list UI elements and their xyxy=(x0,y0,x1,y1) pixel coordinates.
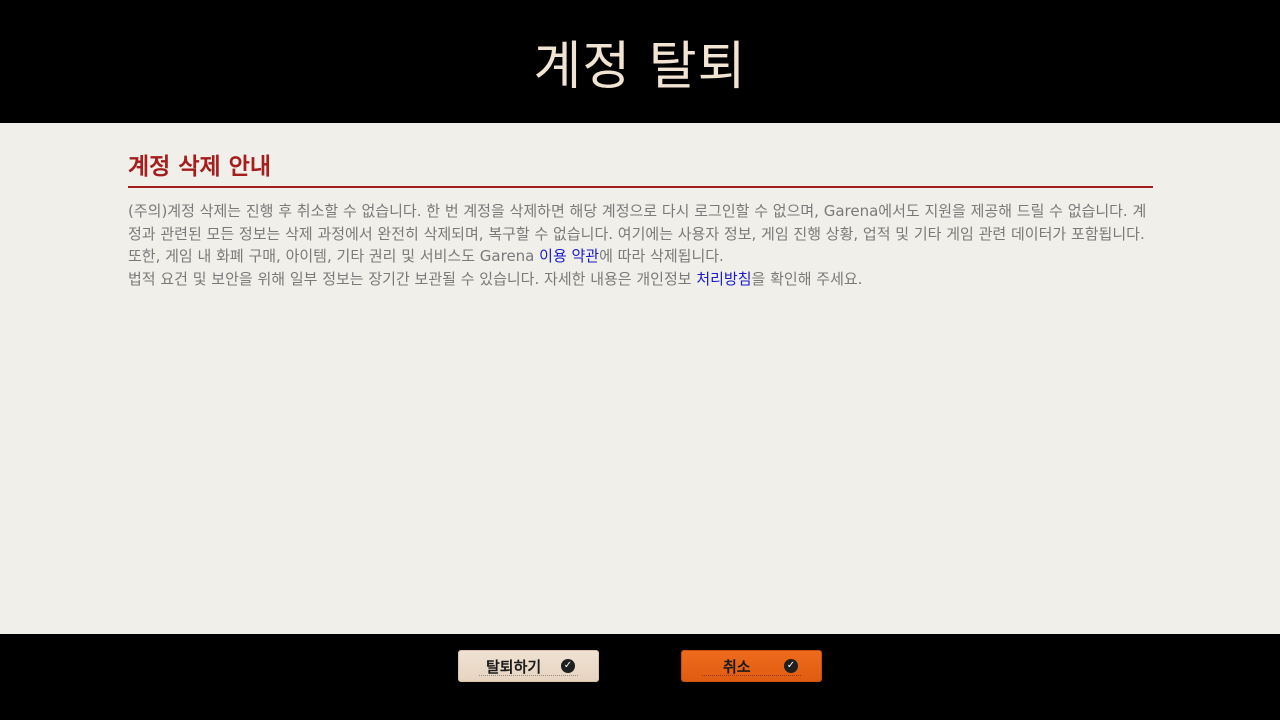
notice-paragraph-2: 법적 요건 및 보안을 위해 일부 정보는 장기간 보관될 수 있습니다. 자세… xyxy=(128,268,1153,291)
leave-account-button[interactable]: 탈퇴하기 ✓ xyxy=(458,650,599,682)
heading-divider xyxy=(128,186,1153,188)
notice-paragraph-1: (주의)계정 삭제는 진행 후 취소할 수 없습니다. 한 번 계정을 삭제하면… xyxy=(128,200,1153,268)
notice-body: (주의)계정 삭제는 진행 후 취소할 수 없습니다. 한 번 계정을 삭제하면… xyxy=(128,200,1153,290)
notice-section: 계정 삭제 안내 (주의)계정 삭제는 진행 후 취소할 수 없습니다. 한 번… xyxy=(128,123,1153,290)
button-stitch-decoration xyxy=(702,674,801,676)
terms-link[interactable]: 이용 약관 xyxy=(539,247,599,265)
page-header: 계정 탈퇴 xyxy=(0,0,1280,123)
privacy-policy-link[interactable]: 처리방침 xyxy=(696,270,751,288)
page-title: 계정 탈퇴 xyxy=(533,37,747,97)
cancel-button[interactable]: 취소 ✓ xyxy=(681,650,822,682)
notice-text: 법적 요건 및 보안을 위해 일부 정보는 장기간 보관될 수 있습니다. 자세… xyxy=(128,269,697,288)
button-stitch-decoration xyxy=(479,674,578,676)
check-circle-icon: ✓ xyxy=(561,659,575,673)
notice-text: 에 따라 삭제됩니다. xyxy=(599,247,724,265)
notice-heading: 계정 삭제 안내 xyxy=(128,154,271,180)
check-circle-icon: ✓ xyxy=(784,659,798,673)
footer-bar: 탈퇴하기 ✓ 취소 ✓ xyxy=(0,634,1280,720)
notice-text: 을 확인해 주세요. xyxy=(751,269,863,288)
